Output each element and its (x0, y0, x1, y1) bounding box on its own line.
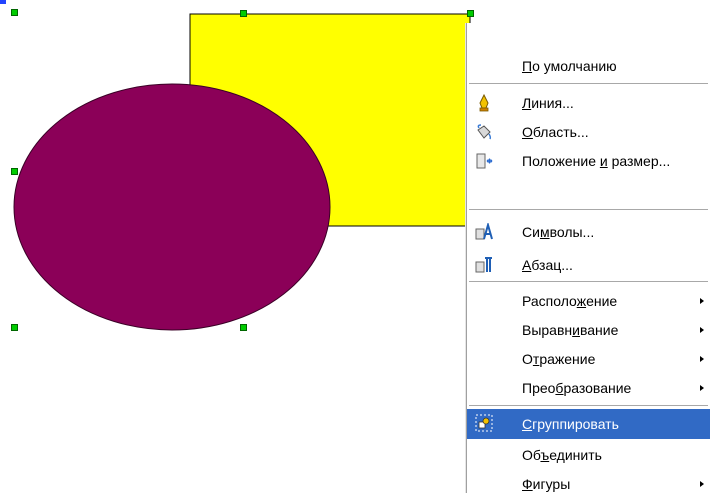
selection-handle-bottom-left[interactable] (11, 324, 18, 331)
menu-item-combine[interactable]: Объединить (467, 441, 710, 469)
menu-item-paragraph[interactable]: Абзац... (467, 251, 710, 279)
area-bucket-icon (477, 124, 492, 140)
menu-separator (469, 83, 708, 84)
submenu-arrow-icon (700, 327, 704, 333)
menu-item-label: Положение и размер... (522, 153, 671, 169)
menu-item-label: Сгруппировать (522, 416, 619, 432)
submenu-arrow-icon (700, 298, 704, 304)
menu-item-alignment[interactable]: Выравнивание (467, 316, 710, 344)
menu-item-label: Линия... (522, 95, 574, 111)
submenu-arrow-icon (700, 356, 704, 362)
position-size-icon (476, 153, 493, 169)
paragraph-icon (475, 257, 492, 273)
submenu-arrow-icon (700, 481, 704, 487)
selection-handle-top-middle[interactable] (240, 10, 247, 17)
menu-item-label: Область... (522, 124, 589, 140)
menu-item-label: Абзац... (522, 257, 573, 273)
menu-item-label: Расположение (522, 293, 618, 309)
group-icon (475, 414, 493, 432)
menu-item-label: Символы... (522, 224, 595, 240)
line-pen-icon (479, 94, 489, 112)
menu-item-flip[interactable]: Отражение (467, 345, 710, 373)
selection-handle-top-right[interactable] (467, 10, 474, 17)
selection-corner-mark (0, 0, 6, 4)
selection-handle-middle-left[interactable] (11, 168, 18, 175)
menu-item-default[interactable]: По умолчанию (467, 52, 710, 80)
menu-item-label: Отражение (522, 351, 596, 367)
menu-item-line[interactable]: Линия... (467, 89, 710, 117)
menu-item-label: Преобразование (522, 380, 632, 396)
menu-separator (469, 209, 708, 210)
menu-item-area[interactable]: Область... (467, 118, 710, 146)
menu-item-arrange[interactable]: Расположение (467, 287, 710, 315)
purple-ellipse[interactable] (13, 83, 331, 331)
character-icon (475, 223, 493, 240)
menu-separator (469, 281, 708, 282)
selection-handle-top-left[interactable] (11, 9, 18, 16)
menu-separator (469, 405, 708, 406)
menu-item-position-size[interactable]: Положение и размер... (467, 147, 710, 175)
menu-item-shapes[interactable]: Фигуры (467, 470, 710, 498)
context-menu: По умолчанию Линия... Область... Положен… (466, 23, 710, 493)
menu-item-label: Выравнивание (522, 322, 619, 338)
menu-item-convert[interactable]: Преобразование (467, 374, 710, 402)
menu-item-label: По умолчанию (522, 58, 617, 74)
menu-item-label: Объединить (522, 447, 602, 463)
menu-item-group[interactable]: Сгруппировать (467, 409, 710, 439)
submenu-arrow-icon (700, 385, 704, 391)
menu-item-characters[interactable]: Символы... (467, 218, 710, 246)
menu-item-label: Фигуры (522, 476, 571, 492)
selection-handle-bottom-middle[interactable] (240, 324, 247, 331)
